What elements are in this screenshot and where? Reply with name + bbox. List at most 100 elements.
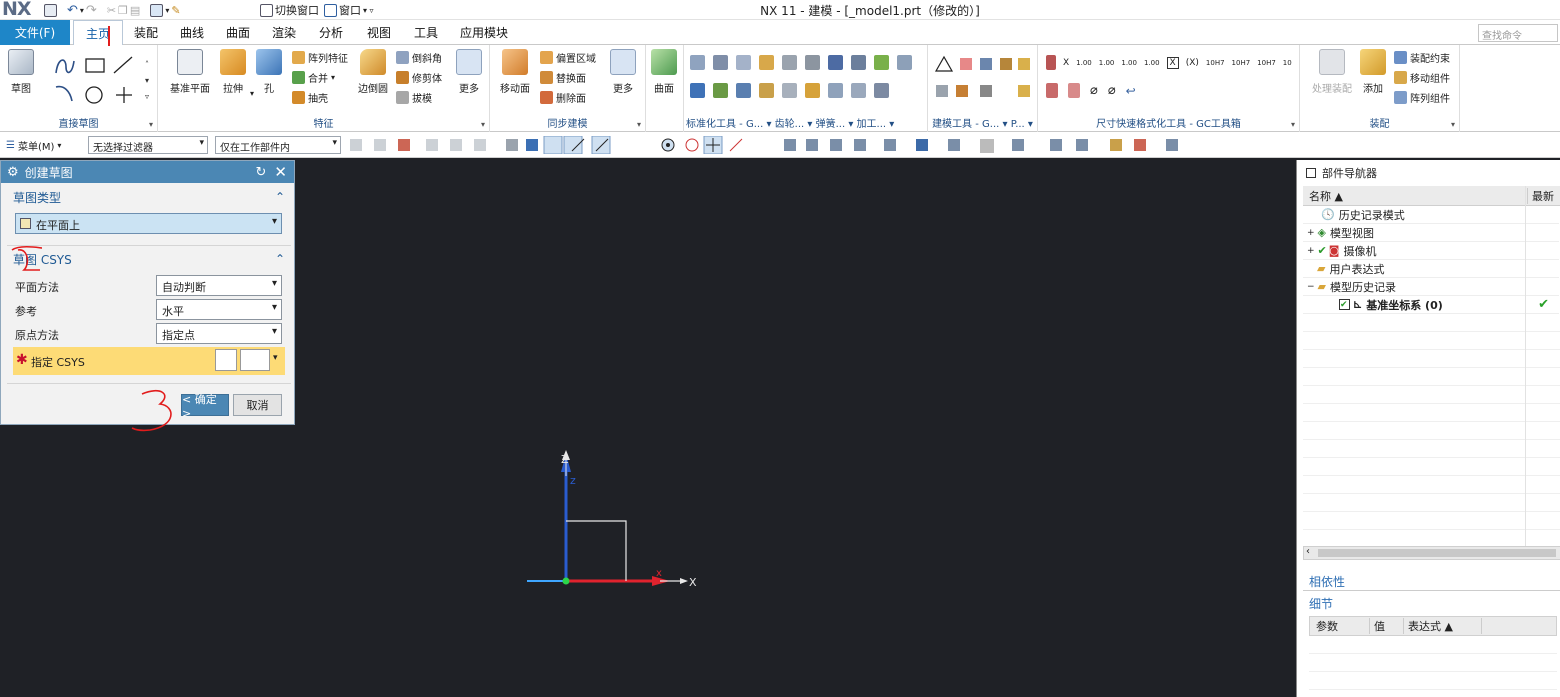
column-name[interactable]: 名称 ▲	[1303, 188, 1527, 204]
feature-more-button[interactable]: 更多	[456, 49, 482, 95]
checkbox-icon[interactable]: ✔	[1339, 299, 1350, 310]
extrude-button[interactable]: 拉伸 ▾	[220, 49, 254, 98]
save-icon[interactable]	[44, 3, 57, 17]
datum-plane-button[interactable]: 基准平面	[170, 49, 210, 95]
check-icon: ✔	[1317, 244, 1327, 257]
ribbon-tab-strip: 文件(F) 主页 装配 曲线 曲面 渲染 分析 视图 工具 应用模块 查找命令	[0, 20, 1560, 45]
tool-icon[interactable]	[782, 83, 797, 98]
tab-assembly[interactable]: 装配	[123, 20, 169, 45]
tool-icon[interactable]	[805, 55, 820, 70]
switch-window-button[interactable]: 切换窗口	[260, 2, 319, 18]
nav-item-model-history[interactable]: − ▰ 模型历史记录	[1303, 278, 1559, 296]
unite-button[interactable]: 合并 ▾	[292, 70, 335, 85]
hole-button[interactable]: 孔	[256, 49, 282, 95]
touch-mode-icon[interactable]: ✎	[171, 4, 180, 17]
dim-icon[interactable]	[1046, 83, 1058, 98]
tool-icon[interactable]	[828, 83, 843, 98]
details-panel-header[interactable]: 细节	[1309, 595, 1333, 612]
tool-icon[interactable]	[897, 55, 912, 70]
diameter-icon[interactable]: ⌀	[1108, 83, 1116, 98]
add-component-button[interactable]: 添加	[1360, 49, 1386, 95]
tab-view[interactable]: 视图	[355, 20, 403, 45]
tab-render[interactable]: 渲染	[261, 20, 307, 45]
tool-icon[interactable]	[782, 55, 797, 70]
tab-file[interactable]: 文件(F)	[0, 20, 70, 45]
svg-text:▿: ▿	[145, 92, 149, 101]
navigator-column-header: 名称 ▲ 最新	[1303, 186, 1560, 206]
delete-face-button[interactable]: 删除面	[540, 90, 586, 105]
tool-icon[interactable]	[851, 55, 866, 70]
tool-icon[interactable]	[805, 83, 820, 98]
repeat-command-icon[interactable]	[150, 3, 164, 17]
sync-more-button[interactable]: 更多	[610, 49, 636, 95]
tool-icon[interactable]	[736, 83, 751, 98]
sketch-button[interactable]: 草图	[8, 49, 34, 95]
tool-icon[interactable]	[828, 55, 843, 70]
tool-icon[interactable]	[713, 55, 728, 70]
nav-item-history-mode[interactable]: 🕓 历史记录模式	[1303, 206, 1559, 224]
selection-filter-select[interactable]: 无选择过滤器	[88, 136, 208, 154]
graphics-viewport[interactable]: Z z X x	[0, 158, 1296, 697]
tab-analysis[interactable]: 分析	[307, 20, 355, 45]
tool-icon[interactable]	[874, 83, 889, 98]
selection-scope-select[interactable]: 仅在工作部件内	[215, 136, 341, 154]
window-icon[interactable]	[1306, 168, 1316, 178]
chamfer-button[interactable]: 倒斜角	[396, 50, 442, 65]
draft-button[interactable]: 拔模	[396, 90, 432, 105]
column-latest[interactable]: 最新	[1527, 187, 1554, 204]
navigator-hscrollbar[interactable]: ‹	[1303, 546, 1560, 560]
tool-icon[interactable]	[690, 55, 705, 70]
cut-icon[interactable]: ✂	[107, 4, 116, 17]
nav-item-datum-csys[interactable]: ✔ ⊾ 基准坐标系 (0) ✔	[1303, 296, 1559, 314]
tool-icon[interactable]	[713, 83, 728, 98]
tool-icon[interactable]	[736, 55, 751, 70]
replace-face-button[interactable]: 替换面	[540, 70, 586, 85]
column-expression[interactable]: 表达式 ▲	[1404, 618, 1482, 634]
nav-item-user-expressions[interactable]: ▰ 用户表达式	[1303, 260, 1559, 278]
window-title: NX 11 - 建模 - [_model1.prt（修改的）]	[760, 4, 980, 18]
group-menu-sync[interactable]: ▾	[637, 120, 641, 129]
dim-icon[interactable]	[1068, 83, 1080, 98]
group-menu-assembly[interactable]: ▾	[1451, 120, 1455, 129]
redo-icon[interactable]: ↷	[86, 3, 97, 18]
assembly-constraint-button[interactable]: 装配约束	[1394, 50, 1450, 65]
dim-icon[interactable]	[1046, 55, 1056, 70]
group-menu-direct-sketch[interactable]: ▾	[149, 120, 153, 129]
scroll-left-icon[interactable]: ‹	[1306, 546, 1310, 557]
command-search-input[interactable]: 查找命令	[1478, 24, 1558, 42]
wave-assembly-button[interactable]: 处理装配	[1312, 49, 1352, 95]
tab-tools[interactable]: 工具	[403, 20, 449, 45]
nav-item-cameras[interactable]: + ✔ ◙ 摄像机	[1303, 242, 1559, 260]
surface-button[interactable]: 曲面	[651, 49, 677, 95]
pattern-feature-button[interactable]: 阵列特征	[292, 50, 348, 65]
nx-logo: NX	[2, 0, 32, 20]
copy-icon[interactable]: ❐	[118, 4, 128, 17]
move-face-button[interactable]: 移动面	[500, 49, 530, 95]
shell-button[interactable]: 抽壳	[292, 90, 328, 105]
nav-item-model-views[interactable]: + ◈ 模型视图	[1303, 224, 1559, 242]
tab-application[interactable]: 应用模块	[449, 20, 519, 45]
move-component-button[interactable]: 移动组件	[1394, 70, 1450, 85]
gear-icon[interactable]	[759, 55, 774, 70]
csys-triad[interactable]: Z z X x	[527, 450, 697, 589]
tab-surface[interactable]: 曲面	[215, 20, 261, 45]
tab-curve[interactable]: 曲线	[169, 20, 215, 45]
undo-icon[interactable]: ↶	[67, 3, 78, 18]
tool-icon[interactable]	[851, 83, 866, 98]
tool-icon[interactable]	[759, 83, 774, 98]
group-menu-dim-tools[interactable]: ▾	[1291, 120, 1295, 129]
arrow-icon[interactable]: ↩	[1126, 84, 1136, 98]
paste-icon[interactable]: ▤	[130, 4, 140, 17]
edge-blend-button[interactable]: 边倒圆	[358, 49, 388, 95]
offset-region-button[interactable]: 偏置区域	[540, 50, 596, 65]
tool-icon[interactable]	[690, 83, 705, 98]
tool-icon[interactable]	[874, 55, 889, 70]
snap-toolbar-icons[interactable]	[350, 136, 1190, 154]
window-menu-button[interactable]: 窗口 ▾ ▿	[324, 2, 374, 18]
menu-button[interactable]: ☰ 菜单(M) ▾	[6, 138, 61, 153]
pattern-component-button[interactable]: 阵列组件	[1394, 90, 1450, 105]
group-menu-feature[interactable]: ▾	[481, 120, 485, 129]
dependencies-panel-header[interactable]: 相依性	[1309, 573, 1345, 590]
trim-body-button[interactable]: 修剪体	[396, 70, 442, 85]
diameter-icon[interactable]: ⌀	[1090, 83, 1098, 98]
